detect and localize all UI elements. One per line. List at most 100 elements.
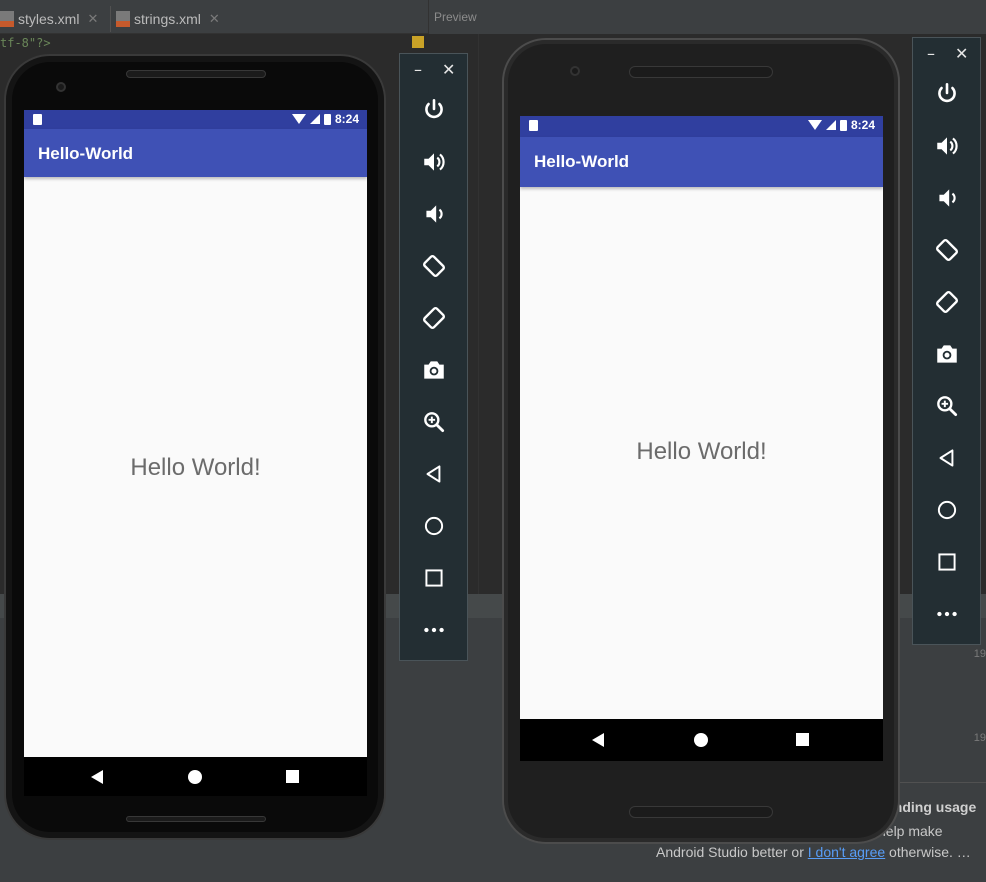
bottom-speaker bbox=[126, 816, 266, 822]
volume-up-button[interactable] bbox=[400, 142, 467, 182]
rotate-right-icon bbox=[935, 290, 958, 314]
editor-tab-bar: styles.xml ✕ strings.xml ✕ bbox=[0, 0, 428, 34]
hello-world-text: Hello World! bbox=[636, 438, 767, 465]
screenshot-button[interactable] bbox=[400, 350, 467, 390]
rotate-left-button[interactable] bbox=[400, 246, 467, 286]
overview-icon bbox=[937, 553, 956, 571]
navigation-bar bbox=[520, 719, 883, 761]
status-bar: 8:24 bbox=[24, 110, 367, 129]
zoom-button[interactable] bbox=[400, 402, 467, 442]
wifi-icon bbox=[807, 120, 822, 130]
zoom-icon bbox=[936, 396, 957, 417]
front-camera bbox=[570, 66, 580, 76]
minimize-button[interactable]: – bbox=[414, 60, 422, 79]
zoom-button[interactable] bbox=[913, 386, 980, 426]
volume-down-icon bbox=[425, 205, 443, 223]
status-bar: 8:24 bbox=[520, 116, 883, 137]
signal-icon bbox=[825, 120, 836, 130]
back-nav-button[interactable] bbox=[400, 454, 467, 494]
close-tab-icon[interactable]: ✕ bbox=[87, 11, 98, 27]
power-icon bbox=[424, 98, 443, 119]
status-time: 8:24 bbox=[850, 118, 875, 132]
status-time: 8:24 bbox=[334, 112, 359, 126]
overview-nav-button[interactable] bbox=[400, 558, 467, 598]
sd-card-icon bbox=[529, 120, 538, 131]
rotate-right-icon bbox=[422, 306, 445, 330]
back-icon bbox=[939, 449, 953, 467]
home-button[interactable] bbox=[188, 770, 202, 784]
power-button[interactable] bbox=[400, 90, 467, 130]
zoom-icon bbox=[423, 412, 444, 433]
line-number: 19 bbox=[973, 648, 986, 660]
signal-icon bbox=[309, 114, 320, 124]
emulator-device-nexus: 8:24 Hello-World Hello World! bbox=[502, 38, 900, 844]
camera-icon bbox=[423, 361, 444, 379]
more-button[interactable] bbox=[400, 610, 467, 650]
emulator-device-pixel: 8:24 Hello-World Hello World! bbox=[4, 54, 386, 840]
dont-agree-link[interactable]: I don't agree bbox=[808, 844, 885, 860]
more-icon bbox=[423, 627, 444, 633]
preview-panel-header: Preview bbox=[428, 0, 986, 34]
home-nav-button[interactable] bbox=[913, 490, 980, 530]
rotate-left-button[interactable] bbox=[913, 230, 980, 270]
battery-icon bbox=[839, 119, 847, 131]
earpiece-speaker bbox=[126, 70, 266, 78]
minimize-button[interactable]: – bbox=[927, 44, 935, 63]
screenshot-button[interactable] bbox=[913, 334, 980, 374]
overview-button[interactable] bbox=[286, 770, 299, 783]
volume-down-button[interactable] bbox=[913, 178, 980, 218]
volume-up-button[interactable] bbox=[913, 126, 980, 166]
volume-up-icon bbox=[936, 137, 958, 155]
close-tab-icon[interactable]: ✕ bbox=[209, 11, 220, 27]
line-number: 19 bbox=[973, 732, 986, 744]
more-icon bbox=[936, 611, 957, 617]
xml-file-icon bbox=[116, 11, 130, 27]
back-nav-button[interactable] bbox=[913, 438, 980, 478]
home-nav-button[interactable] bbox=[400, 506, 467, 546]
notification-text: Android Studio better or I don't agree o… bbox=[656, 844, 971, 860]
camera-icon bbox=[936, 345, 957, 363]
battery-icon bbox=[323, 113, 331, 125]
tab-styles-xml[interactable]: styles.xml ✕ bbox=[0, 4, 98, 34]
close-emulator-button[interactable]: ✕ bbox=[955, 44, 968, 63]
volume-up-icon bbox=[423, 153, 445, 171]
bottom-speaker bbox=[629, 806, 773, 818]
device-screen[interactable]: 8:24 Hello-World Hello World! bbox=[520, 116, 883, 761]
app-title: Hello-World bbox=[38, 144, 134, 163]
back-icon bbox=[426, 465, 440, 483]
power-button[interactable] bbox=[913, 74, 980, 114]
code-line: tf-8"?> bbox=[0, 36, 51, 50]
tab-label: strings.xml bbox=[134, 11, 201, 27]
back-button[interactable] bbox=[592, 733, 604, 747]
rotate-right-button[interactable] bbox=[400, 298, 467, 338]
home-icon bbox=[424, 516, 443, 536]
overview-button[interactable] bbox=[796, 733, 809, 746]
front-camera bbox=[56, 82, 66, 92]
power-icon bbox=[937, 82, 956, 103]
preview-divider bbox=[478, 34, 479, 594]
app-bar: Hello-World bbox=[24, 129, 367, 177]
emulator-toolbar: – ✕ bbox=[399, 53, 468, 661]
more-button[interactable] bbox=[913, 594, 980, 634]
earpiece-speaker bbox=[629, 66, 773, 78]
rotate-left-icon bbox=[935, 238, 958, 262]
app-bar: Hello-World bbox=[520, 137, 883, 187]
rotate-right-button[interactable] bbox=[913, 282, 980, 322]
home-button[interactable] bbox=[694, 733, 708, 747]
warning-marker[interactable] bbox=[412, 36, 424, 48]
close-emulator-button[interactable]: ✕ bbox=[442, 60, 455, 79]
volume-down-icon bbox=[938, 189, 956, 207]
tab-divider bbox=[110, 6, 111, 32]
device-screen[interactable]: 8:24 Hello-World Hello World! bbox=[24, 110, 367, 796]
emulator-toolbar: – ✕ bbox=[912, 37, 981, 645]
overview-icon bbox=[424, 569, 443, 587]
tab-strings-xml[interactable]: strings.xml ✕ bbox=[116, 4, 220, 34]
overview-nav-button[interactable] bbox=[913, 542, 980, 582]
home-icon bbox=[937, 500, 956, 520]
wifi-icon bbox=[291, 114, 306, 124]
xml-file-icon bbox=[0, 11, 14, 27]
preview-title: Preview bbox=[434, 10, 477, 24]
hello-world-text: Hello World! bbox=[130, 454, 261, 481]
volume-down-button[interactable] bbox=[400, 194, 467, 234]
back-button[interactable] bbox=[91, 770, 103, 784]
